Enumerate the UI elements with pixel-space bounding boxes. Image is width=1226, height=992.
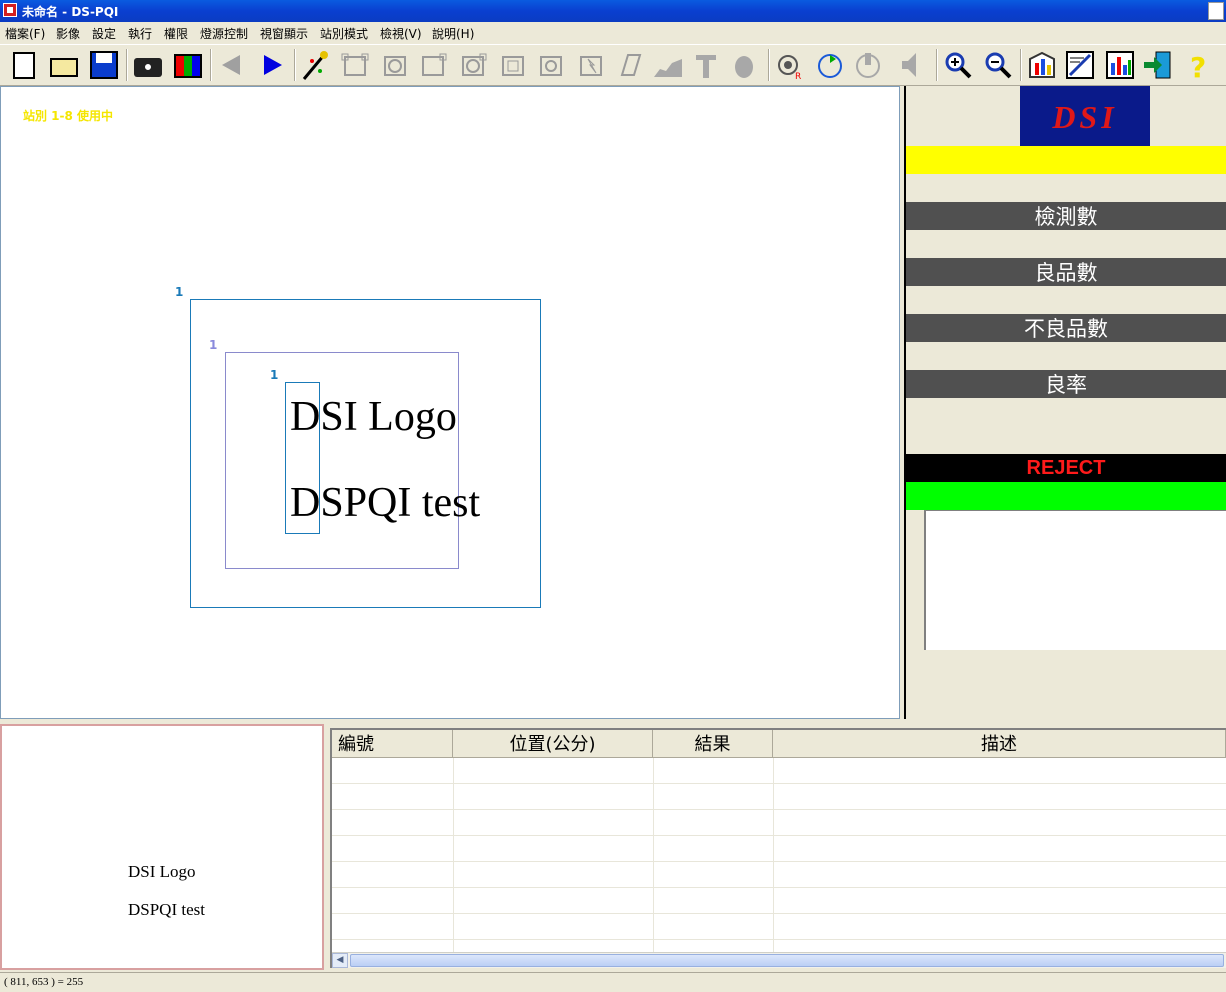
roi-tool-7-icon[interactable]: [576, 49, 608, 81]
chart-tool-icon[interactable]: [652, 49, 684, 81]
table-row[interactable]: [332, 836, 1226, 862]
stop-icon[interactable]: [852, 49, 884, 81]
menu-settings[interactable]: 設定: [92, 25, 116, 42]
yield-rate-value: [906, 398, 1226, 426]
roi-tool-2-icon[interactable]: [380, 49, 412, 81]
menu-station-mode[interactable]: 站別模式: [320, 25, 368, 42]
roi-outer-label: 1: [175, 285, 184, 299]
pass-indicator-bar: [906, 482, 1226, 510]
bad-count-label: 不良品數: [906, 314, 1226, 342]
dsi-logo: DSI: [1020, 86, 1150, 146]
document-icon[interactable]: [1064, 49, 1096, 81]
window-title: 未命名 - DS-PQI: [22, 5, 119, 19]
menu-light-control[interactable]: 燈源控制: [200, 25, 248, 42]
toolbar-separator: [936, 49, 938, 81]
roi-inner-box[interactable]: [285, 382, 320, 534]
roi-tool-4-icon[interactable]: [458, 49, 490, 81]
inspection-panel: DSI 檢測數 良品數 不良品數 良率 REJECT: [904, 86, 1226, 719]
roi-tool-3-icon[interactable]: [418, 49, 450, 81]
inspected-count-value: [906, 230, 1226, 258]
good-count-label: 良品數: [906, 258, 1226, 286]
report-icon[interactable]: [1026, 49, 1058, 81]
exit-icon[interactable]: [1142, 49, 1174, 81]
image-canvas[interactable]: 站別 1-8 使用中 1 1 1 DSI Logo DSPQI test: [0, 86, 900, 719]
app-icon: [3, 3, 17, 17]
menu-run[interactable]: 執行: [128, 25, 152, 42]
next-arrow-icon[interactable]: [256, 49, 288, 81]
toolbar-separator: [294, 49, 296, 81]
roi-inner-label: 1: [270, 368, 279, 382]
hand-tool-icon[interactable]: [728, 49, 760, 81]
toolbar-separator: [210, 49, 212, 81]
station-status-text: 站別 1-8 使用中: [23, 109, 114, 123]
column-header-description[interactable]: 描述: [773, 730, 1226, 758]
good-count-value: [906, 286, 1226, 314]
pixel-readout: ( 811, 653 ) = 255: [4, 976, 84, 988]
table-row[interactable]: [332, 810, 1226, 836]
column-header-result[interactable]: 結果: [653, 730, 773, 758]
column-divider: [453, 758, 454, 952]
menu-help[interactable]: 說明(H): [432, 25, 474, 42]
zoom-in-icon[interactable]: [942, 49, 974, 81]
status-highlight-bar: [906, 146, 1226, 174]
toolbar-separator: [1020, 49, 1022, 81]
toolbar: R ?: [0, 44, 1226, 86]
svg-text:?: ?: [1190, 51, 1206, 81]
title-bar: 未命名 - DS-PQI: [0, 0, 1226, 22]
table-header: 編號 位置(公分) 結果 描述: [332, 730, 1226, 758]
inspected-count-label: 檢測數: [906, 202, 1226, 230]
scroll-left-icon[interactable]: ◀: [332, 953, 348, 968]
result-detail-box: [924, 510, 1226, 650]
camera-icon[interactable]: [132, 49, 164, 81]
run-cycle-icon[interactable]: [814, 49, 846, 81]
record-icon[interactable]: R: [774, 49, 806, 82]
menu-image[interactable]: 影像: [56, 25, 80, 42]
status-bar: ( 811, 653 ) = 255: [0, 972, 1226, 992]
toolbar-separator: [768, 49, 770, 81]
column-divider: [653, 758, 654, 952]
roi-tool-1-icon[interactable]: [340, 49, 372, 81]
sound-icon[interactable]: [896, 49, 928, 81]
save-disk-icon[interactable]: [88, 49, 120, 81]
roi-tool-6-icon[interactable]: [536, 49, 568, 81]
svg-text:R: R: [795, 72, 801, 81]
column-header-position[interactable]: 位置(公分): [453, 730, 653, 758]
color-bars-icon[interactable]: [172, 49, 204, 81]
menu-file[interactable]: 檔案(F): [5, 25, 45, 42]
table-row[interactable]: [332, 862, 1226, 888]
roi-tool-8-icon[interactable]: [614, 49, 646, 81]
window-control-button[interactable]: [1208, 2, 1224, 20]
roi-tool-5-icon[interactable]: [498, 49, 530, 81]
column-divider: [773, 758, 774, 952]
table-row[interactable]: [332, 914, 1226, 940]
zoom-out-icon[interactable]: [982, 49, 1014, 81]
roi-middle-box[interactable]: [225, 352, 459, 569]
results-table: 編號 位置(公分) 結果 描述 ◀: [330, 728, 1226, 968]
open-folder-icon[interactable]: [48, 49, 80, 81]
table-row[interactable]: [332, 888, 1226, 914]
wand-icon[interactable]: [300, 49, 332, 81]
bar-chart-icon[interactable]: [1104, 49, 1136, 81]
result-status-badge: REJECT: [906, 454, 1226, 482]
help-icon[interactable]: ?: [1182, 49, 1214, 84]
roi-middle-label: 1: [209, 338, 218, 352]
gauge-tool-icon[interactable]: [690, 49, 722, 81]
preview-text-line-2: DSPQI test: [128, 900, 205, 919]
prev-arrow-icon[interactable]: [216, 49, 248, 81]
preview-text-line-1: DSI Logo: [128, 862, 196, 881]
menu-bar: 檔案(F) 影像 設定 執行 權限 燈源控制 視窗顯示 站別模式 檢視(V) 說…: [0, 22, 1226, 42]
horizontal-scrollbar[interactable]: ◀: [332, 952, 1226, 968]
table-row[interactable]: [332, 784, 1226, 810]
thumbnail-preview[interactable]: DSI Logo DSPQI test: [0, 724, 324, 970]
menu-permission[interactable]: 權限: [164, 25, 188, 42]
table-row[interactable]: [332, 758, 1226, 784]
scrollbar-thumb[interactable]: [350, 954, 1224, 967]
yield-rate-label: 良率: [906, 370, 1226, 398]
menu-window-display[interactable]: 視窗顯示: [260, 25, 308, 42]
column-header-id[interactable]: 編號: [332, 730, 453, 758]
menu-view[interactable]: 檢視(V): [380, 25, 422, 42]
new-file-icon[interactable]: [8, 49, 40, 81]
toolbar-separator: [126, 49, 128, 81]
bad-count-value: [906, 342, 1226, 370]
